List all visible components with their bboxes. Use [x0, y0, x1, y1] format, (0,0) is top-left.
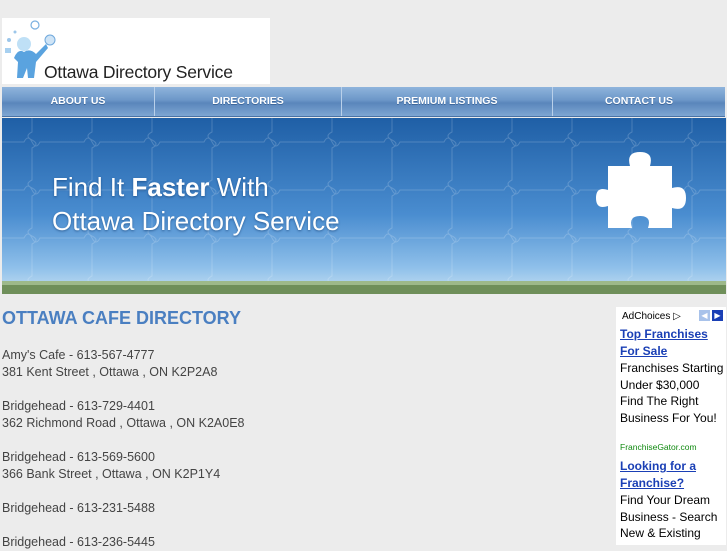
list-item: Bridgehead - 613-569-5600 366 Bank Stree… [2, 450, 221, 481]
ad-link-2[interactable]: Looking for a Franchise? [620, 458, 722, 492]
ad-link-1[interactable]: Top Franchises For Sale [620, 326, 722, 360]
adchoices-icon: ▷ [673, 311, 681, 322]
list-item: Bridgehead - 613-729-4401 362 Richmond R… [2, 399, 245, 430]
ad-url-1[interactable]: FranchiseGator.com [620, 442, 697, 452]
hero-headline-line2: Ottawa Directory Service [52, 206, 340, 236]
nav-about-us[interactable]: ABOUT US [2, 87, 155, 116]
nav-premium-listings[interactable]: PREMIUM LISTINGS [342, 87, 553, 116]
hero-headline-line1: Find It Faster With [52, 172, 269, 202]
adchoices-link[interactable]: AdChoices ▷ [622, 311, 681, 322]
ad-nav: ◀ ▶ [699, 310, 723, 321]
page-title: OTTAWA CAFE DIRECTORY [2, 308, 242, 328]
main-nav: ABOUT US DIRECTORIES PREMIUM LISTINGS CO… [2, 87, 725, 117]
ad-text-1: Franchises Starting Under $30,000 Find T… [620, 361, 724, 425]
site-logo[interactable]: Ottawa Directory Service [2, 18, 270, 84]
list-item: Amy's Cafe - 613-567-4777 381 Kent Stree… [2, 348, 218, 379]
ad-text-2: Find Your Dream Business - Search New & … [620, 493, 718, 540]
nav-contact-us[interactable]: CONTACT US [553, 87, 725, 116]
nav-directories[interactable]: DIRECTORIES [155, 87, 342, 116]
ad-next-icon[interactable]: ▶ [712, 310, 723, 321]
list-item: Bridgehead - 613-231-5488 [2, 501, 155, 515]
logo-text: Ottawa Directory Service [44, 62, 233, 82]
directory-listing: OTTAWA CAFE DIRECTORY Amy's Cafe - 613-5… [2, 308, 602, 551]
ad-panel: AdChoices ▷ ◀ ▶ Top Franchises For Sale … [616, 307, 726, 545]
ad-prev-icon[interactable]: ◀ [699, 310, 710, 321]
list-item: Bridgehead - 613-236-5445 [2, 535, 155, 549]
hero-banner: Find It Faster With Ottawa Directory Ser… [2, 118, 726, 294]
